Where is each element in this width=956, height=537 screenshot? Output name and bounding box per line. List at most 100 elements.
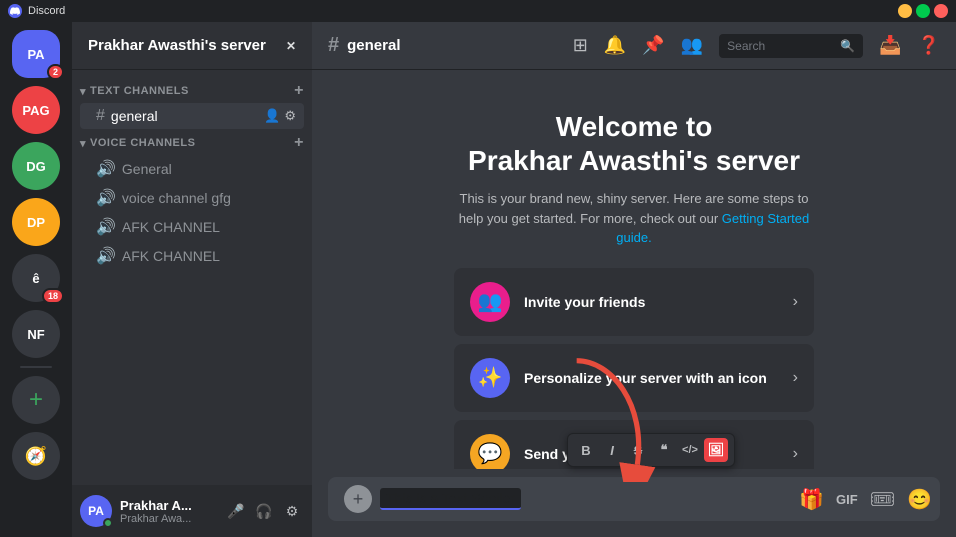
titlebar-title: Discord xyxy=(28,5,65,17)
hash-icon: # xyxy=(328,34,339,57)
server-icon-nf[interactable]: NF xyxy=(12,310,60,358)
server-name: Prakhar Awasthi's server xyxy=(88,37,266,54)
channel-item-voice-channel-gfg[interactable]: 🔊 voice channel gfg xyxy=(80,184,304,212)
server-icon-pa[interactable]: PA2 xyxy=(12,30,60,78)
topbar-channel: # general xyxy=(328,34,400,57)
channel-item-afk-channel[interactable]: 🔊AFK CHANNEL xyxy=(80,213,304,241)
text-channels-header[interactable]: ▾ TEXT CHANNELS + xyxy=(72,78,312,102)
text-channels-label: TEXT CHANNELS xyxy=(90,85,189,97)
input-content: This is a Text Spoiler xyxy=(380,488,791,510)
settings-icon[interactable]: ⚙ xyxy=(284,108,296,124)
channels-list: ▾ TEXT CHANNELS + # general 👤 ⚙ ▾ VOICE … xyxy=(72,70,312,485)
app-container: PA2PAGDGDPê18NF + 🧭 Prakhar Awasthi's se… xyxy=(0,22,956,537)
server-icon-dg[interactable]: DG xyxy=(12,142,60,190)
user-tag: Prakhar Awa... xyxy=(120,513,216,525)
voice-channels-label: VOICE CHANNELS xyxy=(90,137,195,149)
search-input[interactable] xyxy=(727,39,836,53)
explore-servers-button[interactable]: 🧭 xyxy=(12,432,60,480)
members-icon[interactable]: 👥 xyxy=(681,35,703,56)
channel-item-general[interactable]: 🔊 General xyxy=(80,155,304,183)
server-header[interactable]: Prakhar Awasthi's server ✕ xyxy=(72,22,312,70)
user-plus-icon[interactable]: 👤 xyxy=(264,108,280,124)
add-text-channel-button[interactable]: + xyxy=(294,82,304,100)
add-voice-channel-button[interactable]: + xyxy=(294,134,304,152)
content-area: Welcome toPrakhar Awasthi's server This … xyxy=(312,70,956,537)
channel-name: voice channel gfg xyxy=(122,190,231,206)
settings-button[interactable]: ⚙ xyxy=(280,499,304,523)
chevron-right-icon: › xyxy=(793,369,798,387)
option-label-0: Invite your friends xyxy=(524,294,779,310)
channel-name: general xyxy=(111,108,158,124)
channel-item-afk-channel[interactable]: 🔊AFK CHANNEL xyxy=(80,242,304,270)
notification-icon[interactable]: 🔔 xyxy=(604,35,626,56)
channel-item-general[interactable]: # general 👤 ⚙ xyxy=(80,103,304,129)
topbar-actions: ⊞ 🔔 📌 👥 🔍 📥 ❓ xyxy=(573,34,940,58)
speaker-icon: 🔊 xyxy=(96,159,116,179)
server-divider xyxy=(20,366,52,368)
spoiler-button[interactable]: 🖼 xyxy=(704,438,728,462)
spoiler-text-display: This is a Text Spoiler xyxy=(380,488,521,510)
bold-button[interactable]: B xyxy=(574,438,598,462)
username: Prakhar A... xyxy=(120,498,216,513)
help-icon[interactable]: ❓ xyxy=(918,35,940,56)
channel-name: AFK CHANNEL xyxy=(122,248,220,264)
gift-icon[interactable]: 🎁 xyxy=(799,487,824,512)
user-panel: PA Prakhar A... Prakhar Awa... 🎤 🎧 ⚙ xyxy=(72,485,312,537)
maximize-button[interactable] xyxy=(916,4,930,18)
discord-logo xyxy=(8,4,22,18)
sticker-icon[interactable]: 🎟 xyxy=(870,487,895,512)
welcome-card: Welcome toPrakhar Awasthi's server This … xyxy=(454,110,814,469)
channel-name: General xyxy=(122,161,172,177)
code-button[interactable]: </> xyxy=(678,438,702,462)
add-server-button[interactable]: + xyxy=(12,376,60,424)
thread-icon[interactable]: ⊞ xyxy=(573,35,588,56)
chevron-right-icon: › xyxy=(793,445,798,463)
speaker-icon: 🔊 xyxy=(96,188,116,208)
avatar: PA xyxy=(80,495,112,527)
server-sidebar: PA2 PAG DG DP ê18 NF + 🧭 xyxy=(0,22,72,537)
option-icon-0: 👥 xyxy=(470,282,510,322)
server-icon-dp[interactable]: DP xyxy=(12,198,60,246)
option-icon-2: 💬 xyxy=(470,434,510,469)
user-controls: 🎤 🎧 ⚙ xyxy=(224,499,304,523)
collapse-icon: ▾ xyxy=(80,85,86,98)
server-icon-pag[interactable]: PAG xyxy=(12,86,60,134)
channel-title: general xyxy=(347,37,400,54)
server-badge-pa: 2 xyxy=(47,64,64,80)
chevron-down-icon: ✕ xyxy=(286,39,296,53)
minimize-button[interactable] xyxy=(898,4,912,18)
message-area: + This is a Text Spoiler 🎁 GIF 🎟 😊 xyxy=(312,469,956,537)
attach-button[interactable]: + xyxy=(344,485,372,513)
search-bar: 🔍 xyxy=(719,34,863,58)
main-content: # general ⊞ 🔔 📌 👥 🔍 📥 ❓ xyxy=(312,22,956,537)
welcome-title: Welcome toPrakhar Awasthi's server xyxy=(454,110,814,177)
titlebar-controls xyxy=(898,4,948,18)
inbox-icon[interactable]: 📥 xyxy=(879,35,901,56)
gif-button[interactable]: GIF xyxy=(836,492,858,507)
option-icon-1: ✨ xyxy=(470,358,510,398)
strikethrough-button[interactable]: S xyxy=(626,438,650,462)
titlebar: Discord xyxy=(0,0,956,22)
channel-sidebar: Prakhar Awasthi's server ✕ ▾ TEXT CHANNE… xyxy=(72,22,312,537)
voice-channels-header[interactable]: ▾ VOICE CHANNELS + xyxy=(72,130,312,154)
welcome-option-0[interactable]: 👥 Invite your friends › xyxy=(454,268,814,336)
titlebar-left: Discord xyxy=(8,4,65,18)
close-button[interactable] xyxy=(934,4,948,18)
italic-button[interactable]: I xyxy=(600,438,624,462)
chevron-right-icon: › xyxy=(793,293,798,311)
headphone-button[interactable]: 🎧 xyxy=(252,499,276,523)
microphone-button[interactable]: 🎤 xyxy=(224,499,248,523)
quote-button[interactable]: ❝ xyxy=(652,438,676,462)
input-right-icons: 🎁 GIF 🎟 😊 xyxy=(799,487,932,512)
message-input-row: + This is a Text Spoiler 🎁 GIF 🎟 😊 xyxy=(328,477,940,521)
server-badge-s5: 18 xyxy=(42,288,64,304)
search-icon: 🔍 xyxy=(840,39,855,53)
server-icon-s5[interactable]: ê18 xyxy=(12,254,60,302)
emoji-icon[interactable]: 😊 xyxy=(907,487,932,512)
welcome-option-1[interactable]: ✨ Personalize your server with an icon › xyxy=(454,344,814,412)
status-dot xyxy=(103,518,113,528)
formatting-toolbar: B I S ❝ </> 🖼 xyxy=(567,433,735,467)
welcome-description: This is your brand new, shiny server. He… xyxy=(454,189,814,248)
speaker-icon: 🔊 xyxy=(96,217,116,237)
pin-icon[interactable]: 📌 xyxy=(642,35,664,56)
